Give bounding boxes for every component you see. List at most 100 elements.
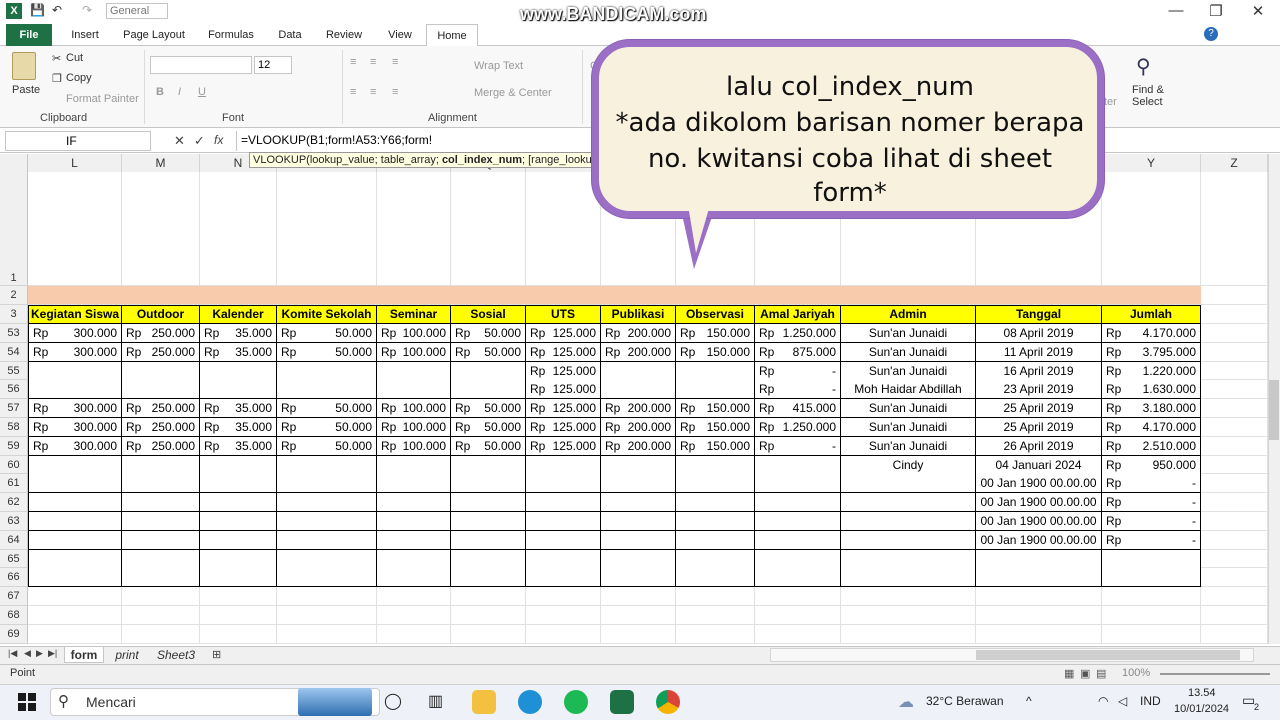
- row-header-68[interactable]: 68: [0, 606, 28, 625]
- table-cell[interactable]: Rp 50.000: [277, 399, 377, 419]
- column-header-y[interactable]: Y: [1102, 154, 1201, 172]
- table-cell[interactable]: Rp 150.000: [676, 418, 755, 437]
- task-view-icon[interactable]: ◯: [384, 691, 402, 711]
- table-cell[interactable]: 00 Jan 1900 00.00.00: [976, 530, 1102, 550]
- table-cell[interactable]: [526, 493, 601, 513]
- horizontal-scroll-thumb[interactable]: [976, 650, 1240, 660]
- table-cell[interactable]: 11 April 2019: [976, 342, 1102, 362]
- table-cell[interactable]: [451, 380, 526, 400]
- table-cell[interactable]: [377, 380, 451, 400]
- clock-date[interactable]: 10/01/2024: [1174, 703, 1229, 715]
- table-cell[interactable]: [277, 380, 377, 400]
- table-cell[interactable]: Rp 125.000: [526, 361, 601, 381]
- table-cell[interactable]: [451, 474, 526, 494]
- row-header-1[interactable]: 1: [0, 172, 28, 286]
- page-layout-view-icon[interactable]: ▣: [1080, 667, 1090, 680]
- table-cell[interactable]: Rp 1.220.000: [1102, 361, 1201, 381]
- sheet-tab-sheet3[interactable]: Sheet3: [150, 647, 202, 663]
- table-cell[interactable]: Rp 35.000: [200, 399, 277, 419]
- table-cell[interactable]: [676, 455, 755, 475]
- table-cell[interactable]: [377, 512, 451, 531]
- table-cell[interactable]: [601, 380, 676, 400]
- table-cell[interactable]: 26 April 2019: [976, 436, 1102, 456]
- table-cell[interactable]: 16 April 2019: [976, 361, 1102, 381]
- row-header-57[interactable]: 57: [0, 399, 28, 418]
- table-cell[interactable]: [755, 493, 841, 513]
- table-cell[interactable]: Rp 35.000: [200, 436, 277, 456]
- table-cell[interactable]: [122, 549, 200, 569]
- table-cell[interactable]: [122, 361, 200, 381]
- sheet-tab-form[interactable]: form: [64, 647, 104, 663]
- sheet-nav-prev-icon[interactable]: ◀: [24, 648, 31, 659]
- row-header-53[interactable]: 53: [0, 324, 28, 343]
- table-cell[interactable]: [526, 474, 601, 494]
- table-cell[interactable]: [200, 380, 277, 400]
- zoom-level[interactable]: 100%: [1122, 667, 1150, 679]
- table-cell[interactable]: Rp 200.000: [601, 436, 676, 456]
- table-cell[interactable]: [676, 493, 755, 513]
- table-cell[interactable]: [841, 493, 976, 513]
- table-cell[interactable]: Rp 300.000: [28, 324, 122, 343]
- table-cell[interactable]: [28, 493, 122, 513]
- table-cell[interactable]: Rp 950.000: [1102, 455, 1201, 475]
- table-cell[interactable]: [277, 568, 377, 588]
- row-header-64[interactable]: 64: [0, 530, 28, 550]
- table-cell[interactable]: [601, 530, 676, 550]
- table-cell[interactable]: [277, 455, 377, 475]
- table-cell[interactable]: [526, 455, 601, 475]
- row-header-63[interactable]: 63: [0, 512, 28, 531]
- table-cell[interactable]: [122, 568, 200, 588]
- table-cell[interactable]: Rp 250.000: [122, 342, 200, 362]
- table-cell[interactable]: Sun'an Junaidi: [841, 361, 976, 381]
- table-cell[interactable]: [451, 493, 526, 513]
- table-cell[interactable]: Rp 125.000: [526, 380, 601, 400]
- table-cell[interactable]: [377, 568, 451, 588]
- table-cell[interactable]: [277, 549, 377, 569]
- insert-sheet-icon[interactable]: ⊞: [212, 648, 221, 661]
- table-cell[interactable]: [451, 512, 526, 531]
- table-cell[interactable]: [200, 361, 277, 381]
- table-cell[interactable]: [28, 549, 122, 569]
- table-cell[interactable]: [200, 455, 277, 475]
- table-cell[interactable]: [451, 455, 526, 475]
- table-cell[interactable]: [377, 455, 451, 475]
- table-cell[interactable]: [841, 549, 976, 569]
- table-cell[interactable]: [676, 474, 755, 494]
- table-cell[interactable]: [755, 530, 841, 550]
- table-cell[interactable]: [841, 568, 976, 588]
- table-cell[interactable]: Rp 50.000: [451, 342, 526, 362]
- row-header-2[interactable]: 2: [0, 286, 28, 305]
- table-cell[interactable]: Rp -: [755, 380, 841, 400]
- table-cell[interactable]: Rp -: [1102, 530, 1201, 550]
- table-cell[interactable]: [601, 568, 676, 588]
- zoom-slider[interactable]: [1160, 673, 1270, 675]
- table-cell[interactable]: Rp 150.000: [676, 399, 755, 419]
- table-cell[interactable]: [841, 474, 976, 494]
- table-cell[interactable]: [601, 474, 676, 494]
- table-cell[interactable]: [601, 512, 676, 531]
- table-cell[interactable]: Rp -: [1102, 512, 1201, 531]
- table-cell[interactable]: Rp 1.250.000: [755, 418, 841, 437]
- sheet-nav-first-icon[interactable]: |◀: [8, 648, 17, 659]
- table-cell[interactable]: [451, 549, 526, 569]
- table-cell[interactable]: Rp 50.000: [277, 418, 377, 437]
- table-cell[interactable]: Rp 1.630.000: [1102, 380, 1201, 400]
- row-header-59[interactable]: 59: [0, 436, 28, 456]
- table-cell[interactable]: [122, 455, 200, 475]
- table-cell[interactable]: Rp 50.000: [277, 436, 377, 456]
- row-header-60[interactable]: 60: [0, 455, 28, 475]
- table-cell[interactable]: 00 Jan 1900 00.00.00: [976, 493, 1102, 513]
- table-cell[interactable]: [122, 530, 200, 550]
- table-cell[interactable]: [976, 568, 1102, 588]
- table-cell[interactable]: [755, 568, 841, 588]
- table-cell[interactable]: Rp 200.000: [601, 324, 676, 343]
- table-cell[interactable]: [377, 549, 451, 569]
- table-cell[interactable]: [200, 512, 277, 531]
- windows-start-icon[interactable]: [18, 693, 36, 711]
- table-cell[interactable]: [1102, 549, 1201, 569]
- table-cell[interactable]: Rp 50.000: [451, 418, 526, 437]
- table-cell[interactable]: [377, 530, 451, 550]
- table-cell[interactable]: Rp 35.000: [200, 418, 277, 437]
- column-header-l[interactable]: L: [28, 154, 122, 172]
- table-cell[interactable]: [601, 493, 676, 513]
